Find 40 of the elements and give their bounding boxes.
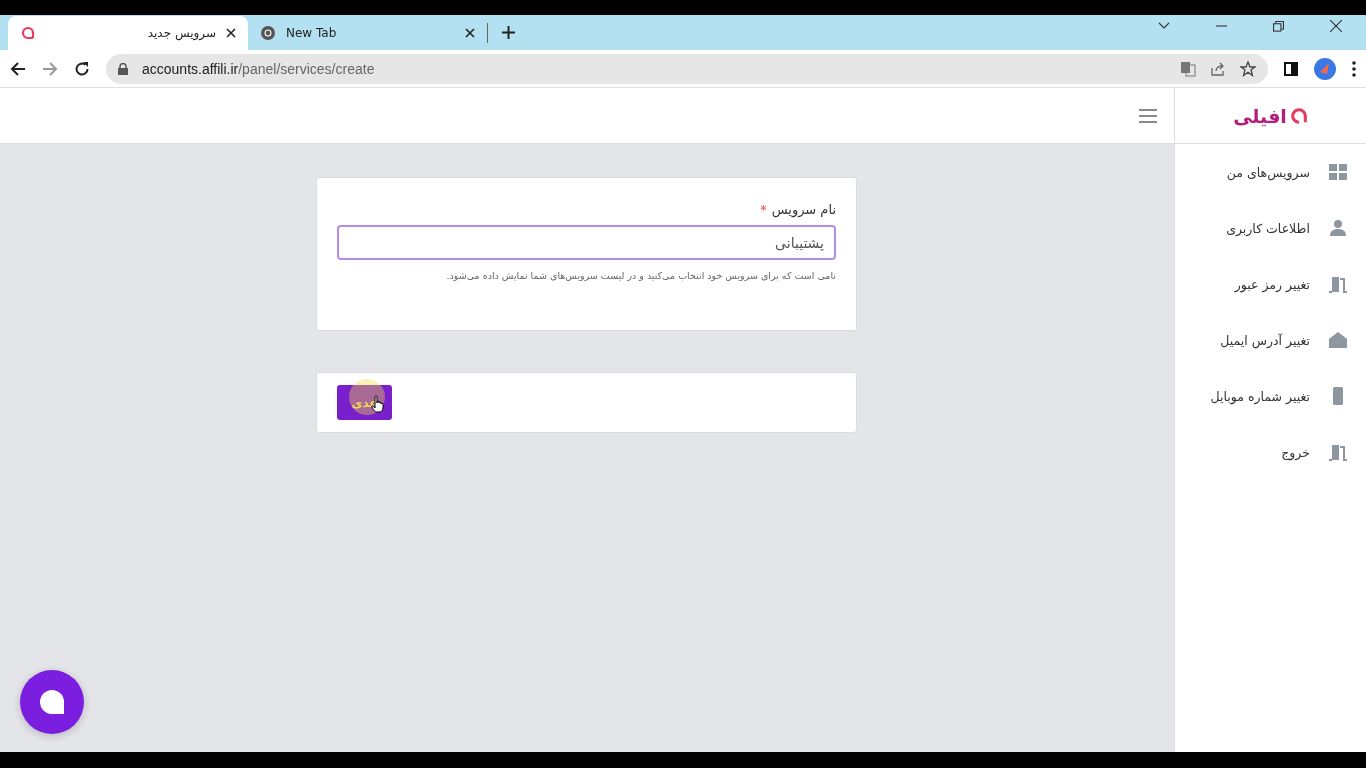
address-field[interactable]: accounts.affili.ir/panel/services/create	[106, 53, 1268, 84]
browser-tab[interactable]: سرویس جدید	[8, 16, 248, 50]
translate-icon[interactable]	[1180, 60, 1196, 77]
browser-logo-icon	[260, 25, 276, 41]
forward-icon[interactable]	[42, 60, 58, 77]
grid-icon	[1328, 162, 1348, 182]
service-name-field[interactable]: پشتیبانی	[337, 225, 836, 260]
door-icon	[1328, 442, 1348, 462]
field-label: نام سرویس	[771, 202, 836, 217]
sidebar-item[interactable]: تغییر آدرس ایمیل	[1220, 332, 1310, 348]
chat-bubble-icon	[40, 690, 64, 714]
avatar-icon[interactable]	[1314, 57, 1336, 80]
browser-tab[interactable]: New Tab	[248, 23, 488, 43]
share-icon[interactable]	[1210, 60, 1226, 77]
close-icon[interactable]	[1330, 20, 1342, 32]
reload-icon[interactable]	[74, 60, 90, 77]
back-icon[interactable]	[10, 60, 26, 77]
more-icon[interactable]	[1352, 60, 1356, 77]
side-panel-icon[interactable]	[1284, 61, 1298, 76]
close-icon[interactable]	[226, 28, 236, 38]
help-text: نامی است که برای سرویس خود انتخاب می‌کنید و در لیست سرویس‌های شما نمایش داده می‌شود.	[445, 270, 836, 281]
chat-button[interactable]	[20, 670, 84, 734]
sidebar-item[interactable]: تغییر رمز عبور	[1234, 276, 1310, 292]
required-mark: *	[760, 202, 767, 217]
user-icon	[1328, 218, 1348, 238]
chevron-down-icon[interactable]	[1158, 22, 1170, 30]
door-icon	[1328, 274, 1348, 294]
menu-icon[interactable]	[1139, 108, 1157, 123]
new-tab-icon[interactable]	[502, 26, 515, 39]
sidebar-item[interactable]: سرویس‌های من	[1226, 164, 1310, 180]
lock-icon	[118, 62, 128, 75]
star-icon[interactable]	[1240, 60, 1256, 77]
brand-logo[interactable]: افیلی	[1233, 104, 1287, 127]
sidebar-item[interactable]: تغییر شماره موبایل	[1210, 388, 1310, 404]
restore-icon[interactable]	[1273, 20, 1284, 32]
close-icon[interactable]	[465, 28, 475, 38]
sidebar-item[interactable]: خروج	[1281, 444, 1310, 460]
logo-icon	[1289, 106, 1308, 125]
sidebar-item[interactable]: اطلاعات کاربری	[1226, 220, 1310, 236]
favicon-icon	[20, 25, 36, 41]
